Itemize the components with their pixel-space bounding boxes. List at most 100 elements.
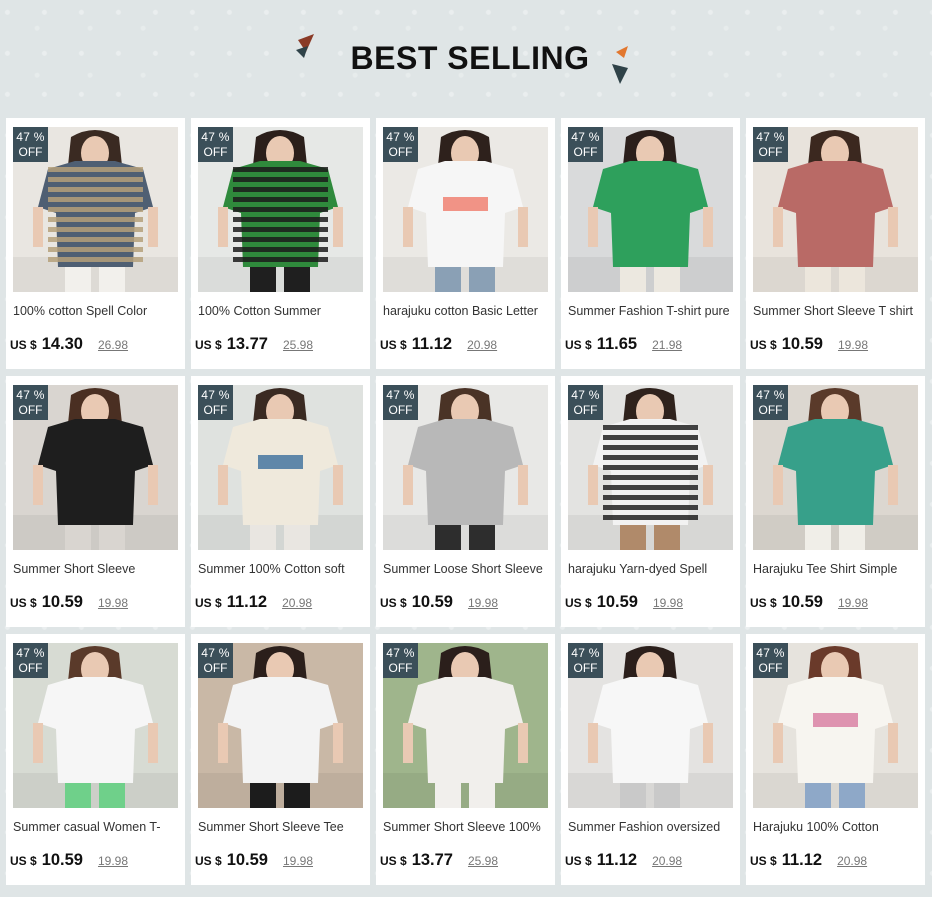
discount-percent: 47 % [16, 646, 45, 660]
discount-percent: 47 % [756, 646, 785, 660]
sale-price: 11.65 [596, 335, 638, 353]
original-price: 19.98 [467, 596, 499, 610]
product-card-15[interactable]: 47 % OFF Harajuku 100% Cotton US $ 11.12… [746, 634, 925, 885]
product-card-5[interactable]: 47 % OFF Summer Short Sleeve T shirt US … [746, 118, 925, 369]
product-name[interactable]: Summer Loose Short Sleeve [383, 562, 551, 576]
discount-off-label: OFF [388, 661, 413, 675]
discount-off-label: OFF [388, 145, 413, 159]
product-name[interactable]: harajuku Yarn-dyed Spell [568, 562, 736, 576]
price-row: US $ 11.12 20.98 [195, 593, 367, 615]
product-name[interactable]: Summer 100% Cotton soft [198, 562, 366, 576]
original-price: 20.98 [837, 854, 868, 868]
triangle-decoration-right-icon [612, 46, 628, 84]
discount-off-label: OFF [758, 661, 783, 675]
original-price: 19.98 [652, 596, 684, 610]
discount-badge: 47 % OFF [13, 643, 48, 678]
price-row: US $ 10.59 19.98 [750, 335, 922, 357]
product-card-4[interactable]: 47 % OFF Summer Fashion T-shirt pure US … [561, 118, 740, 369]
product-card-7[interactable]: 47 % OFF Summer 100% Cotton soft US $ 11… [191, 376, 370, 627]
sale-price: 10.59 [41, 593, 83, 611]
discount-badge: 47 % OFF [753, 385, 788, 420]
product-name[interactable]: Summer casual Women T- [13, 820, 181, 834]
currency-label: US $ [750, 338, 777, 352]
price-row: US $ 10.59 19.98 [195, 851, 367, 873]
currency-label: US $ [10, 854, 37, 868]
currency-label: US $ [195, 596, 222, 610]
currency-label: US $ [380, 338, 407, 352]
discount-badge: 47 % OFF [198, 643, 233, 678]
price-row: US $ 11.12 20.98 [380, 335, 552, 357]
product-name[interactable]: Summer Short Sleeve 100% [383, 820, 551, 834]
discount-badge: 47 % OFF [383, 385, 418, 420]
currency-label: US $ [565, 596, 592, 610]
discount-off-label: OFF [203, 403, 228, 417]
price-row: US $ 13.77 25.98 [380, 851, 552, 873]
product-card-14[interactable]: 47 % OFF Summer Fashion oversized US $ 1… [561, 634, 740, 885]
sale-price: 11.12 [596, 851, 638, 869]
original-price: 25.98 [282, 338, 314, 352]
discount-percent: 47 % [201, 130, 230, 144]
discount-badge: 47 % OFF [753, 127, 788, 162]
discount-off-label: OFF [573, 145, 598, 159]
product-card-2[interactable]: 47 % OFF 100% Cotton Summer US $ 13.77 2… [191, 118, 370, 369]
discount-off-label: OFF [18, 403, 43, 417]
currency-label: US $ [195, 854, 222, 868]
product-card-11[interactable]: 47 % OFF Summer casual Women T- US $ 10.… [6, 634, 185, 885]
discount-percent: 47 % [571, 130, 600, 144]
product-name[interactable]: Summer Fashion oversized [568, 820, 736, 834]
original-price: 20.98 [282, 596, 313, 610]
price-row: US $ 10.59 19.98 [380, 593, 552, 615]
discount-percent: 47 % [386, 646, 415, 660]
product-card-6[interactable]: 47 % OFF Summer Short Sleeve US $ 10.59 … [6, 376, 185, 627]
original-price: 19.98 [97, 854, 129, 868]
discount-percent: 47 % [756, 388, 785, 402]
sale-price: 13.77 [226, 335, 268, 353]
discount-badge: 47 % OFF [568, 643, 603, 678]
product-name[interactable]: 100% cotton Spell Color [13, 304, 181, 318]
product-card-1[interactable]: 47 % OFF 100% cotton Spell Color US $ 14… [6, 118, 185, 369]
discount-percent: 47 % [571, 646, 600, 660]
currency-label: US $ [380, 596, 407, 610]
currency-label: US $ [195, 338, 222, 352]
original-price: 25.98 [467, 854, 499, 868]
product-card-3[interactable]: 47 % OFF harajuku cotton Basic Letter US… [376, 118, 555, 369]
section-header: BEST SELLING [0, 0, 932, 112]
discount-percent: 47 % [756, 130, 785, 144]
original-price: 26.98 [97, 338, 129, 352]
discount-percent: 47 % [16, 130, 45, 144]
discount-off-label: OFF [758, 145, 783, 159]
product-name[interactable]: 100% Cotton Summer [198, 304, 366, 318]
discount-percent: 47 % [386, 130, 415, 144]
sale-price: 10.59 [41, 851, 83, 869]
sale-price: 10.59 [226, 851, 268, 869]
discount-off-label: OFF [573, 403, 598, 417]
discount-badge: 47 % OFF [753, 643, 788, 678]
product-grid: 47 % OFF 100% cotton Spell Color US $ 14… [6, 118, 925, 885]
discount-percent: 47 % [201, 388, 230, 402]
sale-price: 10.59 [596, 593, 638, 611]
product-name[interactable]: Summer Short Sleeve Tee [198, 820, 366, 834]
discount-off-label: OFF [388, 403, 413, 417]
discount-off-label: OFF [203, 145, 228, 159]
discount-badge: 47 % OFF [568, 385, 603, 420]
discount-badge: 47 % OFF [383, 643, 418, 678]
product-name[interactable]: harajuku cotton Basic Letter [383, 304, 551, 318]
discount-percent: 47 % [386, 388, 415, 402]
product-name[interactable]: Harajuku Tee Shirt Simple [753, 562, 921, 576]
price-row: US $ 11.12 20.98 [750, 851, 922, 873]
product-name[interactable]: Summer Short Sleeve [13, 562, 181, 576]
discount-off-label: OFF [18, 145, 43, 159]
product-name[interactable]: Summer Fashion T-shirt pure [568, 304, 736, 318]
product-name[interactable]: Summer Short Sleeve T shirt [753, 304, 921, 318]
product-card-12[interactable]: 47 % OFF Summer Short Sleeve Tee US $ 10… [191, 634, 370, 885]
sale-price: 11.12 [226, 593, 268, 611]
price-row: US $ 14.30 26.98 [10, 335, 182, 357]
discount-off-label: OFF [758, 403, 783, 417]
product-name[interactable]: Harajuku 100% Cotton [753, 820, 921, 834]
original-price: 19.98 [282, 854, 314, 868]
product-card-10[interactable]: 47 % OFF Harajuku Tee Shirt Simple US $ … [746, 376, 925, 627]
product-card-8[interactable]: 47 % OFF Summer Loose Short Sleeve US $ … [376, 376, 555, 627]
product-card-9[interactable]: 47 % OFF harajuku Yarn-dyed Spell US $ 1… [561, 376, 740, 627]
currency-label: US $ [750, 596, 777, 610]
product-card-13[interactable]: 47 % OFF Summer Short Sleeve 100% US $ 1… [376, 634, 555, 885]
